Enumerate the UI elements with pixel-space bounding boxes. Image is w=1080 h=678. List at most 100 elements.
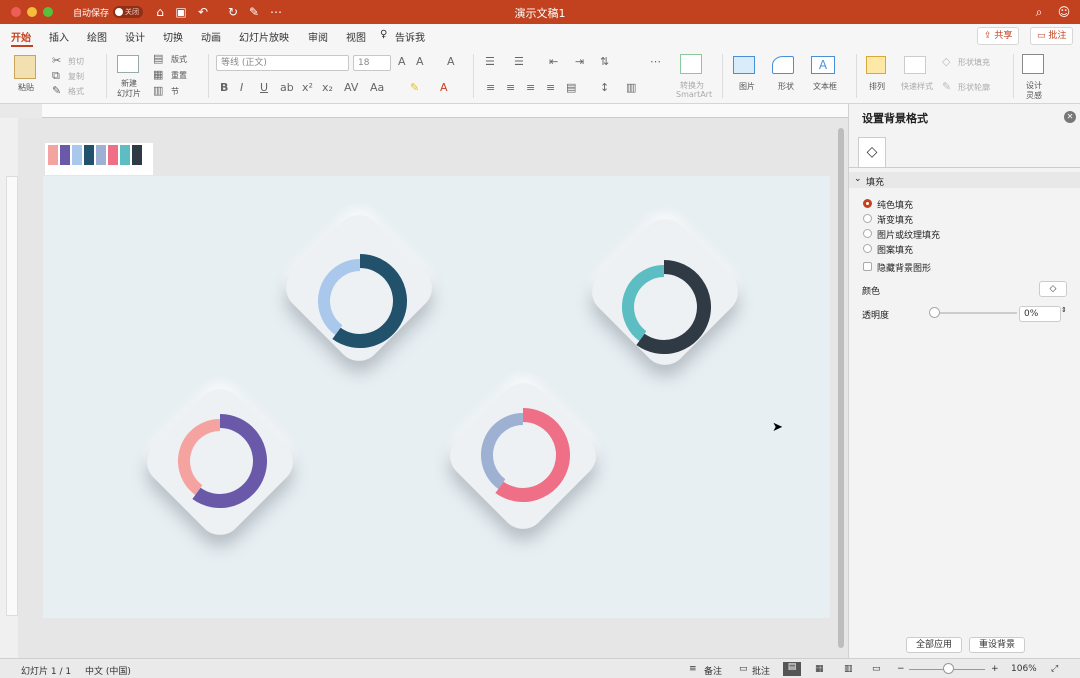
textbox-label[interactable]: 文本框	[813, 81, 837, 92]
convert-smartart-icon[interactable]	[680, 54, 702, 74]
reset-background-button[interactable]: 重设背景	[969, 637, 1025, 653]
align-left-icon[interactable]: ≡	[486, 81, 495, 95]
shape-fill-label[interactable]: 形状填充	[958, 57, 990, 68]
layout-icon[interactable]: ▤	[153, 52, 163, 66]
copy-icon[interactable]: ⧉	[52, 69, 60, 83]
convert-smartart-label-2[interactable]: SmartArt	[676, 90, 712, 99]
shape-outline-label[interactable]: 形状轮廓	[958, 82, 990, 93]
superscript-icon[interactable]: x²	[302, 81, 313, 95]
solid-fill-radio[interactable]	[863, 199, 872, 208]
justify-icon[interactable]: ≡	[546, 81, 555, 95]
clear-format-icon[interactable]: A	[447, 55, 455, 69]
designer-label-2[interactable]: 灵感	[1026, 90, 1042, 101]
new-slide-icon[interactable]	[117, 55, 139, 73]
align-right-icon[interactable]: ≡	[526, 81, 535, 95]
tab-animations[interactable]: 动画	[201, 29, 221, 44]
tab-slideshow[interactable]: 幻灯片放映	[239, 29, 289, 44]
align-text-icon[interactable]: ⋯	[650, 55, 661, 69]
tell-me[interactable]: 告诉我	[395, 29, 425, 44]
tab-insert[interactable]: 插入	[49, 29, 69, 44]
shape-fill-icon[interactable]: ◇	[942, 55, 950, 69]
format-painter-icon[interactable]: ✎	[52, 84, 61, 98]
cut-icon[interactable]: ✂	[52, 54, 61, 68]
layout-label[interactable]: 版式	[171, 54, 187, 65]
font-color-icon[interactable]: A	[440, 81, 448, 95]
increase-indent-icon[interactable]: ⇥	[575, 55, 584, 69]
notes-button[interactable]: 备注	[704, 664, 722, 677]
increase-font-icon[interactable]: A	[398, 55, 406, 69]
search-icon[interactable]: ⌕	[1031, 4, 1047, 20]
strikethrough-icon[interactable]: ab	[280, 81, 294, 95]
character-spacing-icon[interactable]: AV	[344, 81, 358, 95]
transparency-slider-thumb[interactable]	[929, 307, 940, 318]
tab-view[interactable]: 视图	[346, 29, 366, 44]
apply-all-button[interactable]: 全部应用	[906, 637, 962, 653]
paste-icon[interactable]	[14, 55, 36, 79]
close-pane-icon[interactable]: ✕	[1064, 111, 1076, 123]
arrange-icon[interactable]	[866, 56, 886, 74]
text-direction-icon[interactable]: ⇅	[600, 55, 609, 69]
account-icon[interactable]: ☺	[1056, 4, 1072, 20]
comments-button[interactable]: ▭ 批注	[1030, 27, 1074, 45]
picture-fill-label[interactable]: 图片或纹理填充	[877, 228, 940, 241]
copy-label[interactable]: 复制	[68, 71, 84, 82]
picture-icon[interactable]	[733, 56, 755, 74]
change-case-icon[interactable]: Aa	[370, 81, 384, 95]
color-picker-button[interactable]: ◇	[1039, 281, 1067, 297]
decrease-font-icon[interactable]: A	[416, 55, 424, 69]
line-spacing-icon[interactable]: ↕	[600, 81, 609, 95]
tab-transitions[interactable]: 切换	[163, 29, 183, 44]
zoom-out-icon[interactable]: −	[897, 664, 905, 674]
quick-styles-label[interactable]: 快速样式	[901, 81, 933, 92]
reset-icon[interactable]: ▦	[153, 68, 163, 82]
transparency-slider-track[interactable]	[933, 312, 1017, 314]
new-slide-label-2[interactable]: 幻灯片	[117, 88, 141, 99]
pattern-fill-radio[interactable]	[863, 244, 872, 253]
cut-label[interactable]: 剪切	[68, 56, 84, 67]
fill-tab-icon[interactable]: ◇	[858, 137, 886, 167]
designer-icon[interactable]	[1022, 54, 1044, 74]
quick-styles-icon[interactable]	[904, 56, 926, 74]
hide-background-label[interactable]: 隐藏背景图形	[877, 261, 931, 274]
tab-draw[interactable]: 绘图	[87, 29, 107, 44]
comments-status-button[interactable]: 批注	[752, 664, 770, 677]
normal-view-icon[interactable]: ▤	[783, 662, 801, 676]
zoom-in-icon[interactable]: +	[991, 664, 999, 674]
shape-outline-icon[interactable]: ✎	[942, 80, 951, 94]
tab-home[interactable]: 开始	[11, 29, 31, 44]
underline-icon[interactable]: U	[260, 81, 268, 95]
gradient-fill-label[interactable]: 渐变填充	[877, 213, 913, 226]
transparency-input[interactable]: 0%	[1019, 306, 1061, 322]
slideshow-icon[interactable]: ▭	[872, 664, 881, 674]
italic-icon[interactable]: I	[240, 81, 243, 95]
font-name-select[interactable]: 等线 (正文)	[216, 55, 349, 71]
numbering-icon[interactable]: ☰	[514, 55, 524, 69]
solid-fill-label[interactable]: 纯色填充	[877, 198, 913, 211]
reset-label[interactable]: 重置	[171, 70, 187, 81]
gradient-fill-radio[interactable]	[863, 214, 872, 223]
picture-label[interactable]: 图片	[739, 81, 755, 92]
zoom-slider-thumb[interactable]	[943, 663, 954, 674]
subscript-icon[interactable]: x₂	[322, 81, 333, 95]
fill-section-header[interactable]: ⌄ 填充	[849, 172, 1080, 188]
decrease-indent-icon[interactable]: ⇤	[549, 55, 558, 69]
columns-icon[interactable]: ▥	[626, 81, 636, 95]
section-icon[interactable]: ▥	[153, 84, 163, 98]
shape-label[interactable]: 形状	[778, 81, 794, 92]
tab-design[interactable]: 设计	[125, 29, 145, 44]
stepper-icon[interactable]: ⇕	[1061, 306, 1067, 314]
arrange-label[interactable]: 排列	[869, 81, 885, 92]
vertical-scrollbar[interactable]	[838, 128, 844, 648]
reading-view-icon[interactable]: ▥	[844, 664, 853, 674]
slide-sorter-icon[interactable]: ▦	[815, 664, 824, 674]
distribute-icon[interactable]: ▤	[566, 81, 576, 95]
pattern-fill-label[interactable]: 图案填充	[877, 243, 913, 256]
language-status[interactable]: 中文 (中国)	[85, 664, 131, 677]
bold-icon[interactable]: B	[220, 81, 228, 95]
format-painter-label[interactable]: 格式	[68, 86, 84, 97]
picture-fill-radio[interactable]	[863, 229, 872, 238]
font-size-select[interactable]: 18	[353, 55, 391, 71]
shape-icon[interactable]	[772, 56, 794, 74]
hide-background-checkbox[interactable]	[863, 262, 872, 271]
bullets-icon[interactable]: ☰	[485, 55, 495, 69]
